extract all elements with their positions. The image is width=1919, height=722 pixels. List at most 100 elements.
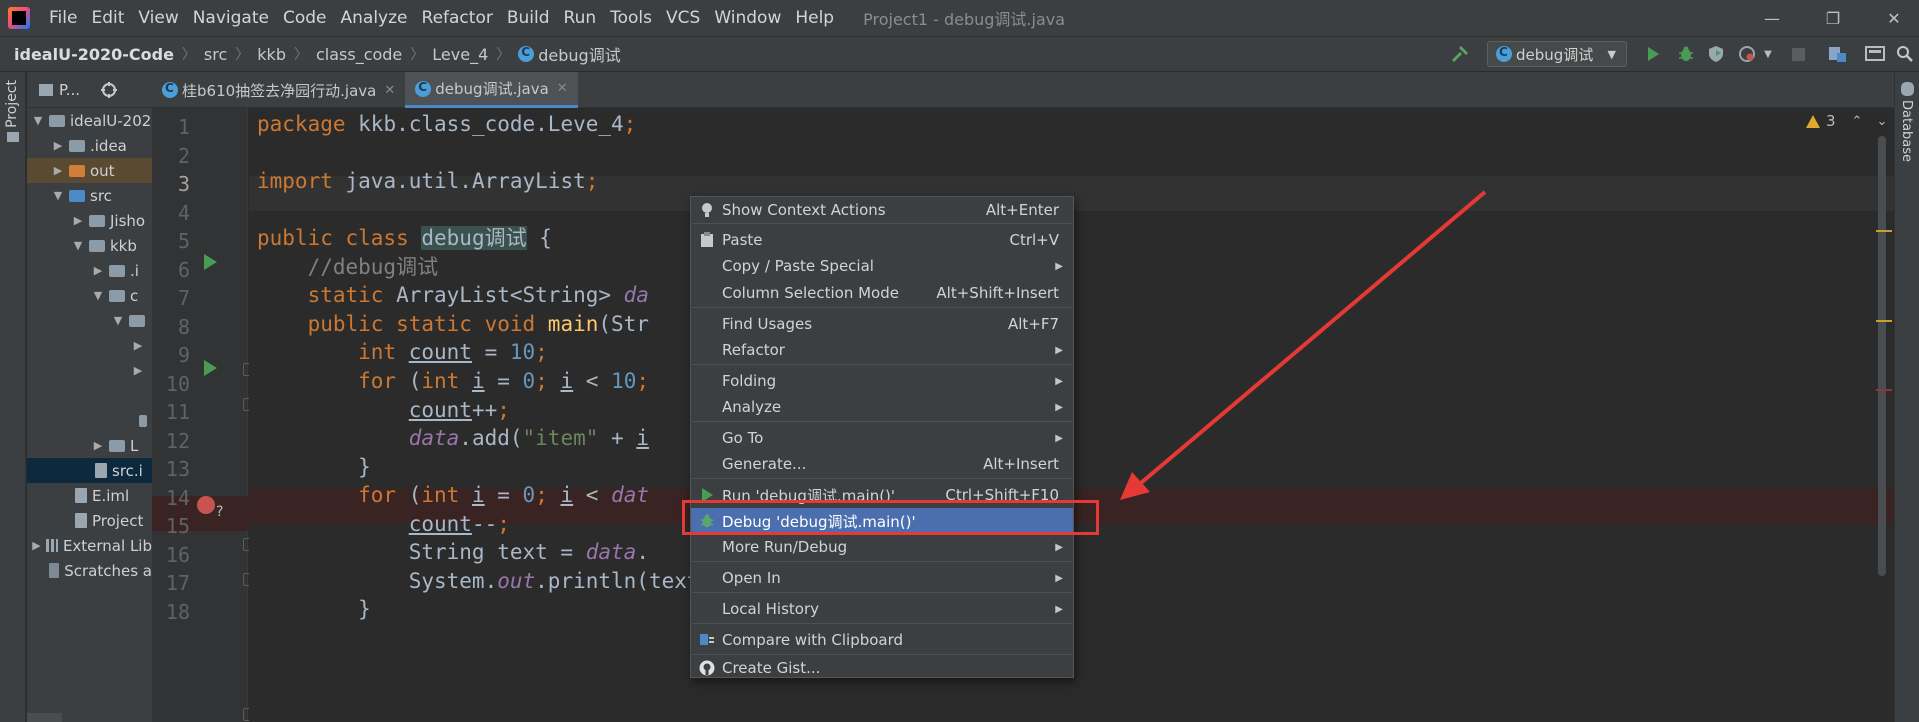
breadcrumb-kkb[interactable]: kkb: [257, 45, 286, 64]
tree-item-sub4[interactable]: [27, 408, 152, 433]
chevron-right-icon[interactable]: ▶: [91, 439, 105, 452]
chevron-right-icon[interactable]: ▶: [131, 364, 145, 377]
tree-item-l[interactable]: ▶ L: [27, 433, 152, 458]
tree-item-external-libraries[interactable]: ▶ External Lib: [27, 533, 152, 558]
tree-item-idea[interactable]: ▶ .idea: [27, 133, 152, 158]
tree-item-class-code[interactable]: ▼ c: [27, 283, 152, 308]
menu-code[interactable]: Code: [276, 0, 334, 36]
menu-navigate[interactable]: Navigate: [186, 0, 276, 36]
menu-edit[interactable]: Edit: [84, 0, 131, 36]
chevron-right-icon[interactable]: ▶: [31, 539, 42, 552]
chevron-right-icon[interactable]: ▶: [51, 164, 65, 177]
chevron-up-icon[interactable]: ⌃: [1852, 114, 1863, 129]
breadcrumb-project[interactable]: idealU-2020-Code: [14, 45, 174, 64]
menu-run[interactable]: Run: [557, 0, 604, 36]
debug-bug-icon[interactable]: [1674, 42, 1698, 66]
vertical-scrollbar[interactable]: [1876, 136, 1888, 722]
tree-item-src-iml[interactable]: src.i: [27, 458, 152, 483]
tree-item-root[interactable]: ▼ idealU-202: [27, 108, 152, 133]
tree-item-sub2[interactable]: ▶: [27, 333, 152, 358]
tree-item-project[interactable]: Project: [27, 508, 152, 533]
chevron-right-icon[interactable]: ▶: [91, 264, 105, 277]
project-tool-button[interactable]: Project: [4, 80, 20, 128]
tree-item-e-iml[interactable]: E.iml: [27, 483, 152, 508]
tree-item-scratches[interactable]: Scratches a: [27, 558, 152, 583]
chevron-right-icon[interactable]: ▶: [131, 339, 145, 352]
menu-generate[interactable]: Generate... Alt+Insert: [691, 451, 1073, 477]
breadcrumb-leve4[interactable]: Leve_4: [432, 45, 488, 64]
tree-item-src[interactable]: ▼ src: [27, 183, 152, 208]
menu-build[interactable]: Build: [500, 0, 557, 36]
menu-find-usages[interactable]: Find Usages Alt+F7: [691, 311, 1073, 337]
menu-vcs[interactable]: VCS: [659, 0, 707, 36]
chevron-down-icon[interactable]: ▼: [31, 114, 45, 127]
run-gutter-icon[interactable]: [204, 254, 217, 270]
project-view-selector[interactable]: P...: [59, 81, 80, 99]
warning-stripe-marker[interactable]: [1876, 320, 1892, 322]
tree-item-sub1[interactable]: ▼: [27, 308, 152, 333]
stop-icon[interactable]: [1786, 42, 1810, 66]
close-icon[interactable]: ✕: [384, 83, 395, 98]
tab-file-1[interactable]: 桂b610抽签去净园行动.java ✕: [152, 72, 405, 108]
menu-column-selection-mode[interactable]: Column Selection Mode Alt+Shift+Insert: [691, 280, 1073, 306]
editor-gutter[interactable]: 1 2 3 4 5 6 7 8 9 10 11 12 13 14 15 16 1…: [152, 108, 254, 722]
menu-analyze[interactable]: Analyze ▶: [691, 394, 1073, 420]
chevron-down-icon[interactable]: ⌄: [1876, 114, 1887, 129]
tab-debug-java[interactable]: debug调试.java ✕: [405, 72, 578, 108]
breakpoint-icon[interactable]: [197, 496, 215, 514]
locate-target-icon[interactable]: [100, 81, 118, 99]
close-icon[interactable]: ✕: [557, 81, 568, 96]
menu-tools[interactable]: Tools: [603, 0, 659, 36]
run-configuration-select[interactable]: debug调试 ▼: [1487, 41, 1627, 67]
inspection-widget[interactable]: 3 ⌃ ⌄: [1806, 112, 1887, 130]
menu-copy-paste-special[interactable]: Copy / Paste Special ▶: [691, 253, 1073, 279]
chevron-down-icon[interactable]: ▼: [91, 289, 105, 302]
menu-refactor[interactable]: Refactor: [415, 0, 500, 36]
menu-show-context-actions[interactable]: Show Context Actions Alt+Enter: [691, 197, 1073, 223]
chevron-down-icon[interactable]: ▼: [71, 239, 85, 252]
search-icon[interactable]: [1893, 42, 1917, 66]
restore-button[interactable]: ❐: [1808, 0, 1858, 36]
minimize-button[interactable]: —: [1747, 0, 1797, 36]
horizontal-scrollbar[interactable]: [27, 713, 62, 722]
menu-item-label: Show Context Actions: [722, 201, 886, 219]
build-hammer-icon[interactable]: [1448, 42, 1472, 66]
run-icon[interactable]: [1641, 42, 1665, 66]
chevron-right-icon[interactable]: ▶: [71, 214, 85, 227]
tree-item-i[interactable]: ▶ .i: [27, 258, 152, 283]
tree-item-sub3[interactable]: ▶: [27, 358, 152, 383]
menu-help[interactable]: Help: [788, 0, 841, 36]
menu-paste[interactable]: Paste Ctrl+V: [691, 227, 1073, 253]
presentation-icon[interactable]: [1863, 42, 1887, 66]
menu-folding[interactable]: Folding ▶: [691, 368, 1073, 394]
chevron-down-icon[interactable]: ▼: [51, 189, 65, 202]
menu-open-in[interactable]: Open In ▶: [691, 565, 1073, 591]
breakpoint-stripe-marker[interactable]: [1876, 389, 1892, 391]
close-window-button[interactable]: ✕: [1869, 0, 1919, 36]
menu-more-run-debug[interactable]: More Run/Debug ▶: [691, 534, 1073, 560]
breadcrumb-class-code[interactable]: class_code: [316, 45, 402, 64]
menu-compare-with-clipboard[interactable]: Compare with Clipboard: [691, 627, 1073, 653]
menu-go-to[interactable]: Go To ▶: [691, 425, 1073, 451]
scrollbar-thumb[interactable]: [1878, 136, 1886, 576]
chevron-down-icon[interactable]: ▼: [111, 314, 125, 327]
breadcrumb-src[interactable]: src: [204, 45, 227, 64]
chevron-down-icon[interactable]: ▼: [1756, 42, 1780, 66]
menu-local-history[interactable]: Local History ▶: [691, 596, 1073, 622]
warning-stripe-marker[interactable]: [1876, 230, 1892, 232]
tree-item-out[interactable]: ▶ out: [27, 158, 152, 183]
database-tool-button[interactable]: Database: [1899, 100, 1914, 162]
menu-file[interactable]: File: [42, 0, 84, 36]
coverage-icon[interactable]: [1704, 42, 1728, 66]
tree-item-jisho[interactable]: ▶ Jisho: [27, 208, 152, 233]
menu-create-gist[interactable]: Create Gist...: [691, 655, 1073, 681]
menu-view[interactable]: View: [131, 0, 185, 36]
breadcrumb-class[interactable]: debug调试: [538, 42, 620, 66]
menu-refactor[interactable]: Refactor ▶: [691, 337, 1073, 363]
project-structure-icon[interactable]: [1826, 42, 1850, 66]
tree-item-kkb[interactable]: ▼ kkb: [27, 233, 152, 258]
menu-analyze[interactable]: Analyze: [334, 0, 415, 36]
run-gutter-icon[interactable]: [204, 360, 217, 376]
chevron-right-icon[interactable]: ▶: [51, 139, 65, 152]
menu-window[interactable]: Window: [707, 0, 788, 36]
